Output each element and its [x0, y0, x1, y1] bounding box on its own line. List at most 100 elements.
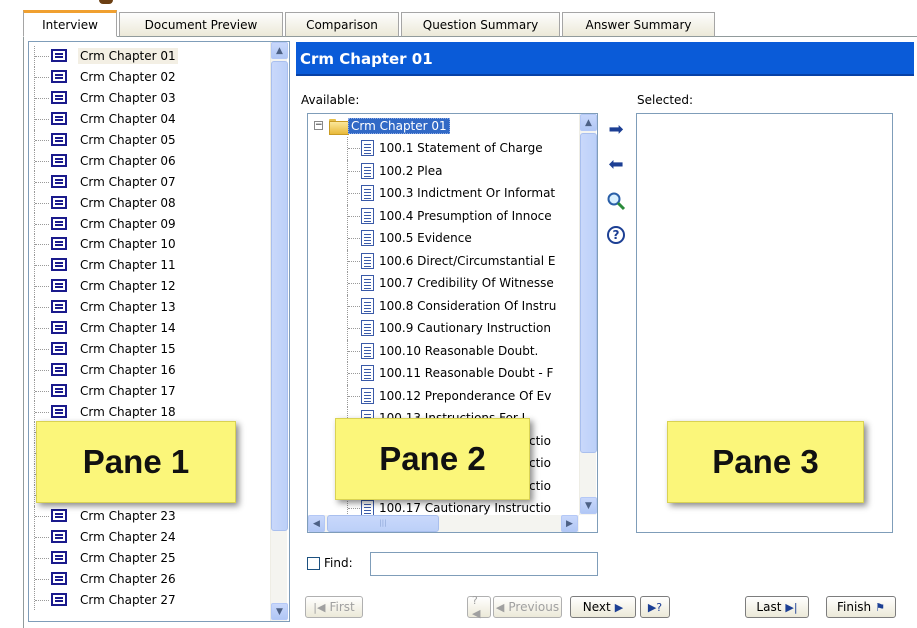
hscroll-thumb[interactable]: ||| — [327, 515, 439, 532]
available-item-label[interactable]: 100.1 Statement of Charge — [379, 141, 543, 155]
chapter-item-label[interactable]: Crm Chapter 13 — [78, 299, 178, 315]
chapter-tree-item[interactable]: Crm Chapter 27 — [29, 589, 269, 611]
chapter-tree-item[interactable]: Crm Chapter 09 — [29, 213, 269, 235]
available-item-label[interactable]: 100.8 Consideration Of Instru — [379, 299, 556, 313]
available-tree-item[interactable]: 100.1 Statement of Charge — [308, 137, 578, 160]
finish-button[interactable]: Finish ⚑ — [826, 596, 896, 618]
chapter-item-label[interactable]: Crm Chapter 27 — [78, 592, 178, 608]
tab-interview[interactable]: Interview — [23, 10, 117, 37]
chapter-item-label[interactable]: Crm Chapter 10 — [78, 236, 178, 252]
available-tree-item[interactable]: 100.12 Preponderance Of Ev — [308, 384, 578, 407]
scroll-up-button[interactable]: ▲ — [271, 42, 288, 59]
available-tree-item[interactable]: 100.4 Presumption of Innoce — [308, 204, 578, 227]
scroll-down-button[interactable]: ▼ — [271, 603, 288, 620]
available-tree-item[interactable]: 100.9 Cautionary Instruction — [308, 317, 578, 340]
chapter-item-label[interactable]: Crm Chapter 26 — [78, 571, 178, 587]
chapter-tree-item[interactable]: Crm Chapter 01 — [29, 46, 269, 67]
chapter-item-label[interactable]: Crm Chapter 23 — [78, 508, 178, 524]
chapter-tree-item[interactable]: Crm Chapter 12 — [29, 275, 269, 297]
last-button[interactable]: Last ▶| — [745, 596, 809, 618]
available-item-label[interactable]: 100.10 Reasonable Doubt. — [379, 344, 538, 358]
chapter-item-label[interactable]: Crm Chapter 05 — [78, 132, 178, 148]
chapter-item-label[interactable]: Crm Chapter 01 — [78, 48, 178, 65]
chapter-item-label[interactable]: Crm Chapter 02 — [78, 69, 178, 85]
chapter-item-label[interactable]: Crm Chapter 18 — [78, 404, 178, 420]
chapter-item-label[interactable]: Crm Chapter 24 — [78, 529, 178, 545]
chapter-tree-item[interactable]: Crm Chapter 04 — [29, 108, 269, 130]
chapter-tree-item[interactable]: Crm Chapter 11 — [29, 254, 269, 276]
next-button[interactable]: Next ▶ — [570, 596, 636, 618]
chapter-tree-item[interactable]: Crm Chapter 13 — [29, 296, 269, 318]
chapter-item-label[interactable]: Crm Chapter 25 — [78, 550, 178, 566]
available-item-label[interactable]: 100.3 Indictment Or Informat — [379, 186, 555, 200]
chapter-tree-item[interactable]: Crm Chapter 25 — [29, 547, 269, 569]
first-button[interactable]: |◀ First — [305, 596, 363, 618]
chapter-tree-item[interactable]: Crm Chapter 10 — [29, 234, 269, 255]
available-item-label[interactable]: 100.17 Cautionary Instructio — [379, 501, 551, 515]
available-tree-item[interactable]: 100.7 Credibility Of Witnesse — [308, 272, 578, 295]
available-tree-hscrollbar[interactable]: ◀ ||| ▶ — [308, 515, 579, 532]
scroll-right-button[interactable]: ▶ — [561, 515, 578, 532]
available-tree-item[interactable]: 100.6 Direct/Circumstantial E — [308, 249, 578, 272]
available-tree-item[interactable]: 100.11 Reasonable Doubt - F — [308, 362, 578, 385]
tree-root-node[interactable]: − Crm Chapter 01 — [308, 116, 578, 137]
magnifier-icon[interactable] — [606, 191, 626, 211]
chapter-item-label[interactable]: Crm Chapter 16 — [78, 362, 178, 378]
available-item-label[interactable]: 100.9 Cautionary Instruction — [379, 321, 551, 335]
chapter-item-label[interactable]: Crm Chapter 04 — [78, 111, 178, 127]
help-icon[interactable]: ? — [606, 225, 626, 245]
scroll-up-button[interactable]: ▲ — [580, 114, 597, 131]
chapter-item-label[interactable]: Crm Chapter 15 — [78, 341, 178, 357]
tree-root-label[interactable]: Crm Chapter 01 — [348, 118, 450, 134]
scroll-left-button[interactable]: ◀ — [308, 515, 325, 532]
collapse-icon[interactable]: − — [314, 121, 323, 130]
chapter-tree-item[interactable]: Crm Chapter 23 — [29, 505, 269, 527]
chapter-item-label[interactable]: Crm Chapter 09 — [78, 216, 178, 232]
chapter-tree-item[interactable]: Crm Chapter 08 — [29, 192, 269, 214]
available-item-label[interactable]: 100.4 Presumption of Innoce — [379, 209, 552, 223]
tab-comparison[interactable]: Comparison — [285, 12, 399, 37]
chapter-tree-item[interactable]: Crm Chapter 07 — [29, 171, 269, 193]
scroll-thumb[interactable] — [580, 133, 597, 453]
chapter-tree-item[interactable]: Crm Chapter 17 — [29, 380, 269, 402]
chapter-item-label[interactable]: Crm Chapter 14 — [78, 320, 178, 336]
chapter-item-label[interactable]: Crm Chapter 03 — [78, 90, 178, 106]
available-tree-item[interactable]: 100.3 Indictment Or Informat — [308, 182, 578, 205]
next-question-button[interactable]: ▶? — [640, 596, 670, 618]
available-item-label[interactable]: 100.11 Reasonable Doubt - F — [379, 366, 553, 380]
remove-arrow-icon[interactable]: ⬅ — [606, 155, 626, 175]
find-input[interactable] — [370, 552, 598, 576]
chapter-tree-item[interactable]: Crm Chapter 26 — [29, 568, 269, 590]
chapter-tree-item[interactable]: Crm Chapter 03 — [29, 87, 269, 109]
available-item-label[interactable]: 100.12 Preponderance Of Ev — [379, 389, 551, 403]
available-item-label[interactable]: 100.2 Plea — [379, 164, 442, 178]
chapter-item-label[interactable]: Crm Chapter 07 — [78, 174, 178, 190]
available-item-label[interactable]: 100.6 Direct/Circumstantial E — [379, 254, 555, 268]
chapter-tree-item[interactable]: Crm Chapter 24 — [29, 526, 269, 548]
find-checkbox[interactable] — [307, 557, 320, 570]
chapter-tree-scrollbar[interactable]: ▲ ▼ — [270, 42, 288, 621]
chapter-item-label[interactable]: Crm Chapter 17 — [78, 383, 178, 399]
chapter-tree-item[interactable]: Crm Chapter 05 — [29, 129, 269, 151]
chapter-item-label[interactable]: Crm Chapter 11 — [78, 257, 178, 273]
scroll-down-button[interactable]: ▼ — [580, 497, 597, 514]
chapter-item-label[interactable]: Crm Chapter 06 — [78, 153, 178, 169]
chapter-tree-item[interactable]: Crm Chapter 02 — [29, 66, 269, 88]
available-item-label[interactable]: 100.7 Credibility Of Witnesse — [379, 276, 554, 290]
chapter-tree-item[interactable]: Crm Chapter 18 — [29, 401, 269, 423]
back-question-button[interactable]: ?◀ — [467, 594, 491, 620]
tab-document-preview[interactable]: Document Preview — [119, 12, 283, 37]
tab-question-summary[interactable]: Question Summary — [401, 12, 560, 37]
chapter-item-label[interactable]: Crm Chapter 08 — [78, 195, 178, 211]
add-arrow-icon[interactable]: ➡ — [606, 120, 626, 140]
tab-answer-summary[interactable]: Answer Summary — [562, 12, 715, 37]
available-tree-item[interactable]: 100.8 Consideration Of Instru — [308, 294, 578, 317]
available-tree-item[interactable]: 100.10 Reasonable Doubt. — [308, 339, 578, 362]
previous-button[interactable]: ◀ Previous — [493, 596, 562, 618]
available-tree-vscrollbar[interactable]: ▲ ▼ — [579, 114, 597, 515]
chapter-tree-item[interactable]: Crm Chapter 16 — [29, 359, 269, 381]
chapter-tree-item[interactable]: Crm Chapter 06 — [29, 150, 269, 172]
available-tree-item[interactable]: 100.2 Plea — [308, 159, 578, 182]
scroll-thumb[interactable] — [271, 61, 288, 531]
available-item-label[interactable]: 100.5 Evidence — [379, 231, 472, 245]
